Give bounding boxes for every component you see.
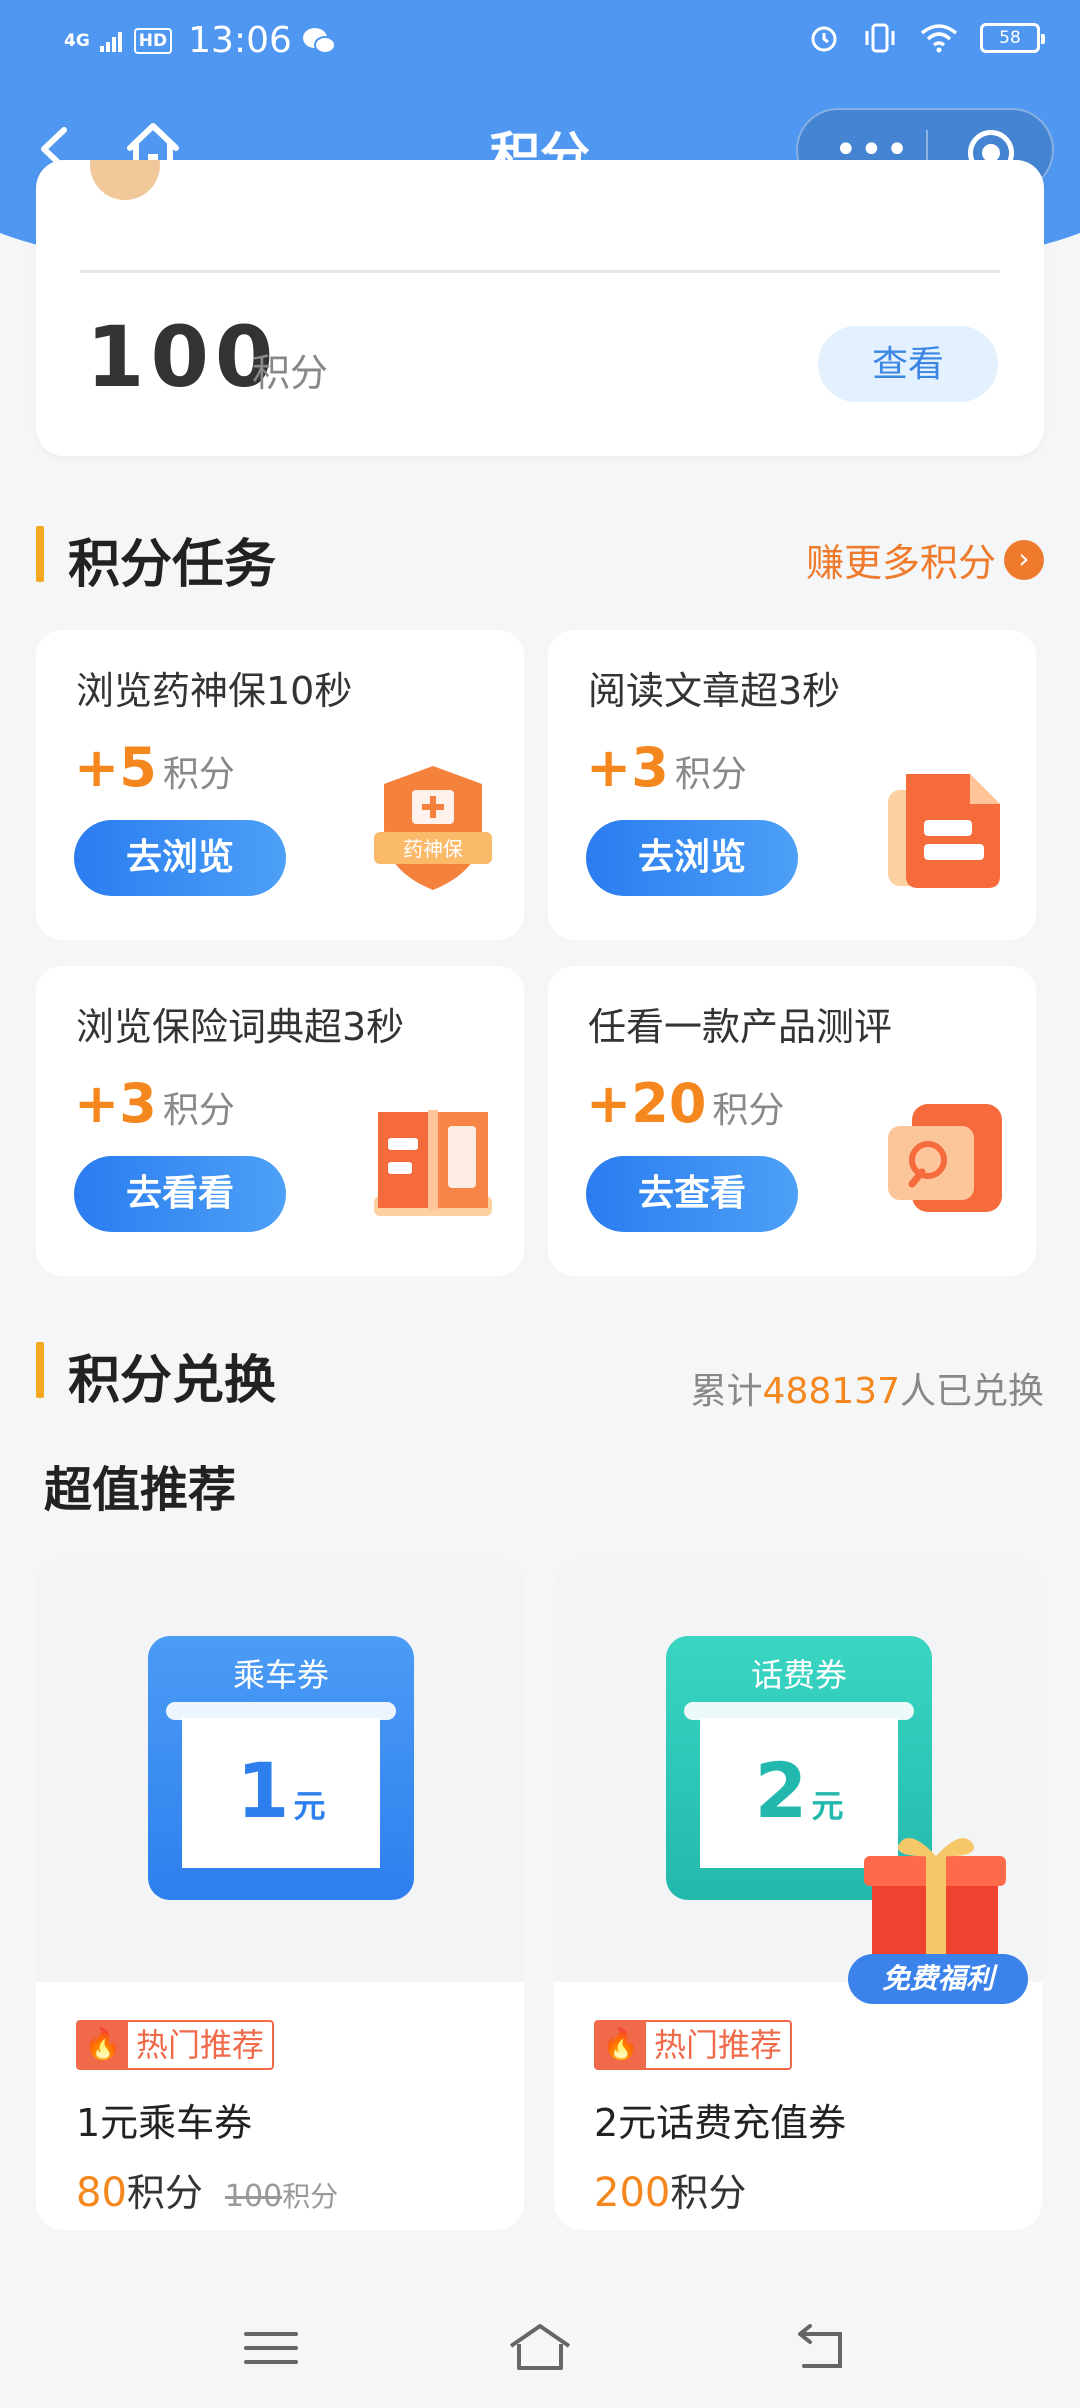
card-divider: [80, 270, 1000, 273]
task-reward: +5 积分: [74, 736, 235, 799]
task-title: 任看一款产品测评: [588, 1005, 893, 1049]
task-card: 浏览药神保10秒 +5 积分 去浏览 药神保: [36, 630, 524, 940]
task-card: 任看一款产品测评 +20 积分 去查看: [548, 966, 1036, 1276]
product-image-area: 乘车券 1元: [36, 1558, 524, 1982]
shield-medkit-icon: 药神保: [374, 766, 492, 890]
task-reward: +20 积分: [586, 1072, 784, 1135]
chevron-right-icon: ›: [1004, 539, 1044, 580]
product-info: 🔥 热门推荐 2元话费充值券 200 积分: [554, 1982, 1042, 2230]
product-price: 200 积分: [594, 2162, 746, 2217]
signal-icon: [99, 31, 122, 52]
search-doc-icon: [888, 1104, 1002, 1212]
hot-tag: 🔥 热门推荐: [76, 2020, 275, 2070]
task-points: +20: [586, 1072, 707, 1135]
count-suffix: 人已兑换: [899, 1371, 1044, 1412]
task-points-unit: 积分: [674, 754, 747, 795]
task-go-button[interactable]: 去看看: [74, 1156, 286, 1232]
price-unit: 积分: [670, 2171, 747, 2215]
open-book-icon: [374, 1110, 492, 1216]
system-nav-bar: [0, 2282, 1080, 2408]
view-points-button[interactable]: 查看: [818, 326, 998, 402]
voucher-ticket: 1元: [182, 1718, 380, 1868]
product-name: 1元乘车券: [76, 2101, 253, 2145]
avatar: [90, 160, 160, 200]
task-go-button[interactable]: 去查看: [586, 1156, 798, 1232]
wifi-icon: [920, 24, 958, 53]
menu-icon[interactable]: [236, 2318, 306, 2378]
task-points-unit: 积分: [712, 1090, 785, 1131]
exchange-section-title: 积分兑换: [68, 1351, 277, 1411]
status-time: 13:06: [188, 20, 292, 61]
hot-tag: 🔥 热门推荐: [594, 2020, 793, 2070]
task-go-button[interactable]: 去浏览: [586, 820, 798, 896]
points-unit: 积分: [252, 351, 329, 395]
battery-indicator: 58: [980, 23, 1045, 53]
exchange-count: 累计488137人已兑换: [691, 1362, 1044, 1414]
task-reward: +3 积分: [586, 736, 747, 799]
task-points: +3: [586, 736, 669, 799]
alarm-icon: [811, 26, 837, 52]
earn-more-link[interactable]: 赚更多积分 ›: [806, 532, 1044, 587]
price-value: 80: [76, 2170, 127, 2216]
document-icon: [888, 774, 1000, 888]
product-card[interactable]: 乘车券 1元 🔥 热门推荐 1元乘车券 80 积分 100 积分: [36, 1558, 524, 2230]
wechat-icon: [302, 27, 336, 54]
points-value: 100: [86, 308, 280, 406]
hot-tag-label: 热门推荐: [136, 2026, 265, 2064]
task-points: +3: [74, 1072, 157, 1135]
free-badge-label: 免费福利: [882, 1962, 998, 1995]
home-nav-icon[interactable]: [505, 2318, 575, 2378]
count-number: 488137: [762, 1371, 900, 1412]
network-indicator: 4G: [64, 30, 90, 51]
task-card: 阅读文章超3秒 +3 积分 去浏览: [548, 630, 1036, 940]
task-points-unit: 积分: [162, 754, 235, 795]
product-price: 80 积分 100 积分: [76, 2162, 338, 2217]
ride-voucher-image: 乘车券 1元: [148, 1636, 414, 1900]
task-card: 浏览保险词典超3秒 +3 积分 去看看: [36, 966, 524, 1276]
product-name: 2元话费充值券: [594, 2101, 847, 2145]
earn-more-label: 赚更多积分: [805, 541, 996, 585]
voucher-amount: 1元: [236, 1746, 326, 1835]
old-price: 100: [224, 2179, 283, 2214]
vibrate-icon: [865, 23, 895, 53]
recommend-title: 超值推荐: [44, 1462, 237, 1518]
count-prefix: 累计: [690, 1371, 763, 1412]
task-title: 浏览药神保10秒: [76, 669, 353, 713]
price-value: 200: [594, 2170, 671, 2216]
flame-icon: 🔥: [596, 2022, 646, 2068]
back-nav-icon[interactable]: [786, 2318, 856, 2378]
points-card: 100 积分 查看: [36, 160, 1044, 456]
task-reward: +3 积分: [74, 1072, 235, 1135]
free-gift-badge[interactable]: 免费福利: [848, 1826, 1028, 2012]
voucher-label: 话费券: [750, 1656, 847, 1694]
flame-icon: 🔥: [78, 2022, 128, 2068]
tasks-section-title: 积分任务: [68, 535, 277, 595]
task-title: 浏览保险词典超3秒: [76, 1005, 405, 1049]
task-points-unit: 积分: [162, 1090, 235, 1131]
task-points: +5: [74, 736, 157, 799]
shield-label: 药神保: [403, 837, 463, 861]
hd-icon: HD: [133, 27, 173, 54]
product-info: 🔥 热门推荐 1元乘车券 80 积分 100 积分: [36, 1982, 524, 2230]
price-unit: 积分: [126, 2171, 203, 2215]
task-title: 阅读文章超3秒: [588, 669, 841, 713]
hot-tag-label: 热门推荐: [654, 2026, 783, 2064]
voucher-label: 乘车券: [232, 1656, 329, 1694]
old-price-unit: 积分: [282, 2180, 339, 2213]
voucher-amount: 2元: [754, 1746, 844, 1835]
status-bar: 4G HD 13:06 58: [0, 0, 1080, 82]
task-go-button[interactable]: 去浏览: [74, 820, 286, 896]
